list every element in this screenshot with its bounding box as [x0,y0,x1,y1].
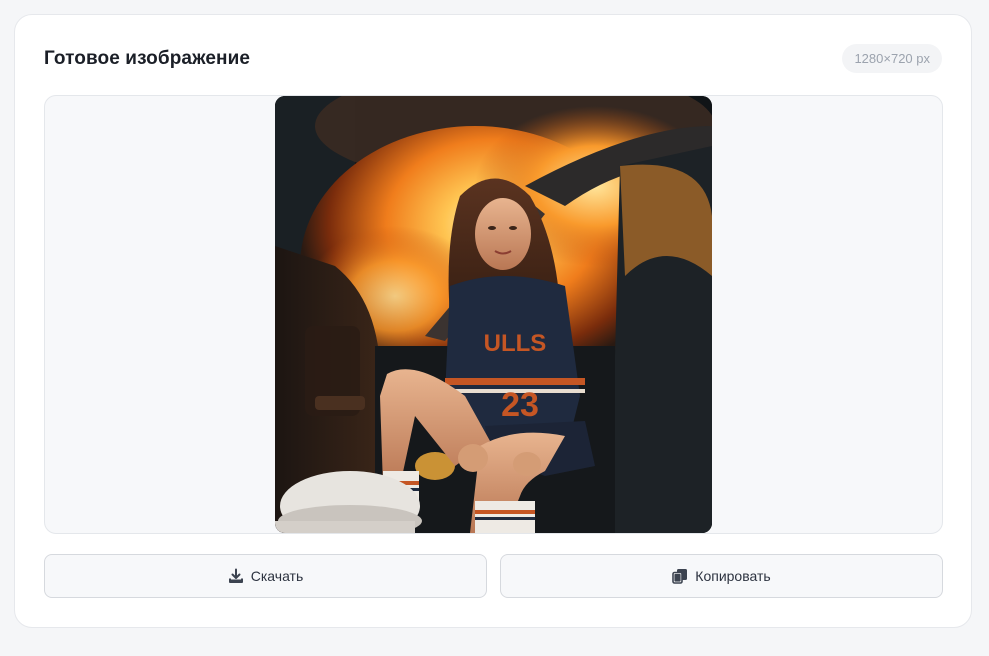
download-button[interactable]: Скачать [44,554,487,598]
image-preview-area: ULLS 23 [44,95,943,534]
result-image[interactable]: ULLS 23 [275,96,712,533]
panel-title: Готовое изображение [44,48,251,69]
dimensions-badge: 1280×720 px [842,44,942,73]
result-panel: Готовое изображение 1280×720 px ULLS 23 … [14,14,972,628]
copy-button[interactable]: Копировать [500,554,943,598]
download-button-label: Скачать [250,568,304,584]
copy-button-label: Копировать [695,568,771,584]
svg-text:23: 23 [501,386,539,424]
download-icon [228,568,244,584]
copy-icon [672,568,688,584]
svg-text:ULLS: ULLS [484,330,547,357]
